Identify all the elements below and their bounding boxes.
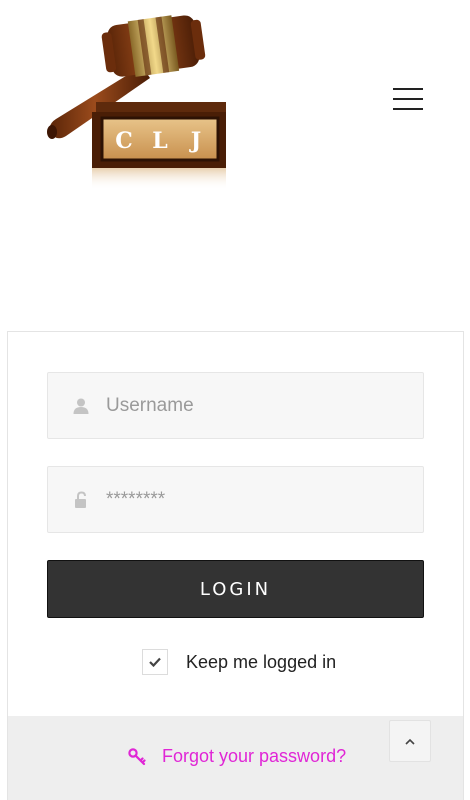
hamburger-menu-icon[interactable] xyxy=(391,86,425,112)
forgot-password-label[interactable]: Forgot your password? xyxy=(162,746,346,767)
clj-gavel-logo[interactable]: C L J xyxy=(44,8,230,190)
user-icon xyxy=(73,398,89,414)
checkmark-icon xyxy=(149,657,161,667)
keep-logged-in-toggle[interactable]: Keep me logged in xyxy=(142,648,336,676)
keep-logged-in-label: Keep me logged in xyxy=(186,651,337,672)
scroll-to-top-button[interactable] xyxy=(389,720,431,762)
key-icon xyxy=(128,747,146,765)
chevron-up-icon xyxy=(405,738,415,745)
logo-letter-l: L xyxy=(152,128,167,154)
password-field[interactable] xyxy=(47,466,424,533)
logo-letter-c: C xyxy=(115,128,133,154)
unlock-icon xyxy=(75,491,86,508)
menu-bar xyxy=(393,88,423,90)
site-header: C L J xyxy=(0,0,470,200)
login-button[interactable]: LOGIN xyxy=(47,560,424,618)
username-input[interactable] xyxy=(106,373,406,438)
username-field[interactable] xyxy=(47,372,424,439)
menu-bar xyxy=(393,98,423,100)
password-input[interactable] xyxy=(106,467,406,532)
menu-bar xyxy=(393,108,423,110)
logo-letter-j: J xyxy=(189,128,201,154)
forgot-password-link[interactable]: Forgot your password? xyxy=(128,746,346,767)
keep-logged-in-checkbox[interactable] xyxy=(142,649,168,675)
